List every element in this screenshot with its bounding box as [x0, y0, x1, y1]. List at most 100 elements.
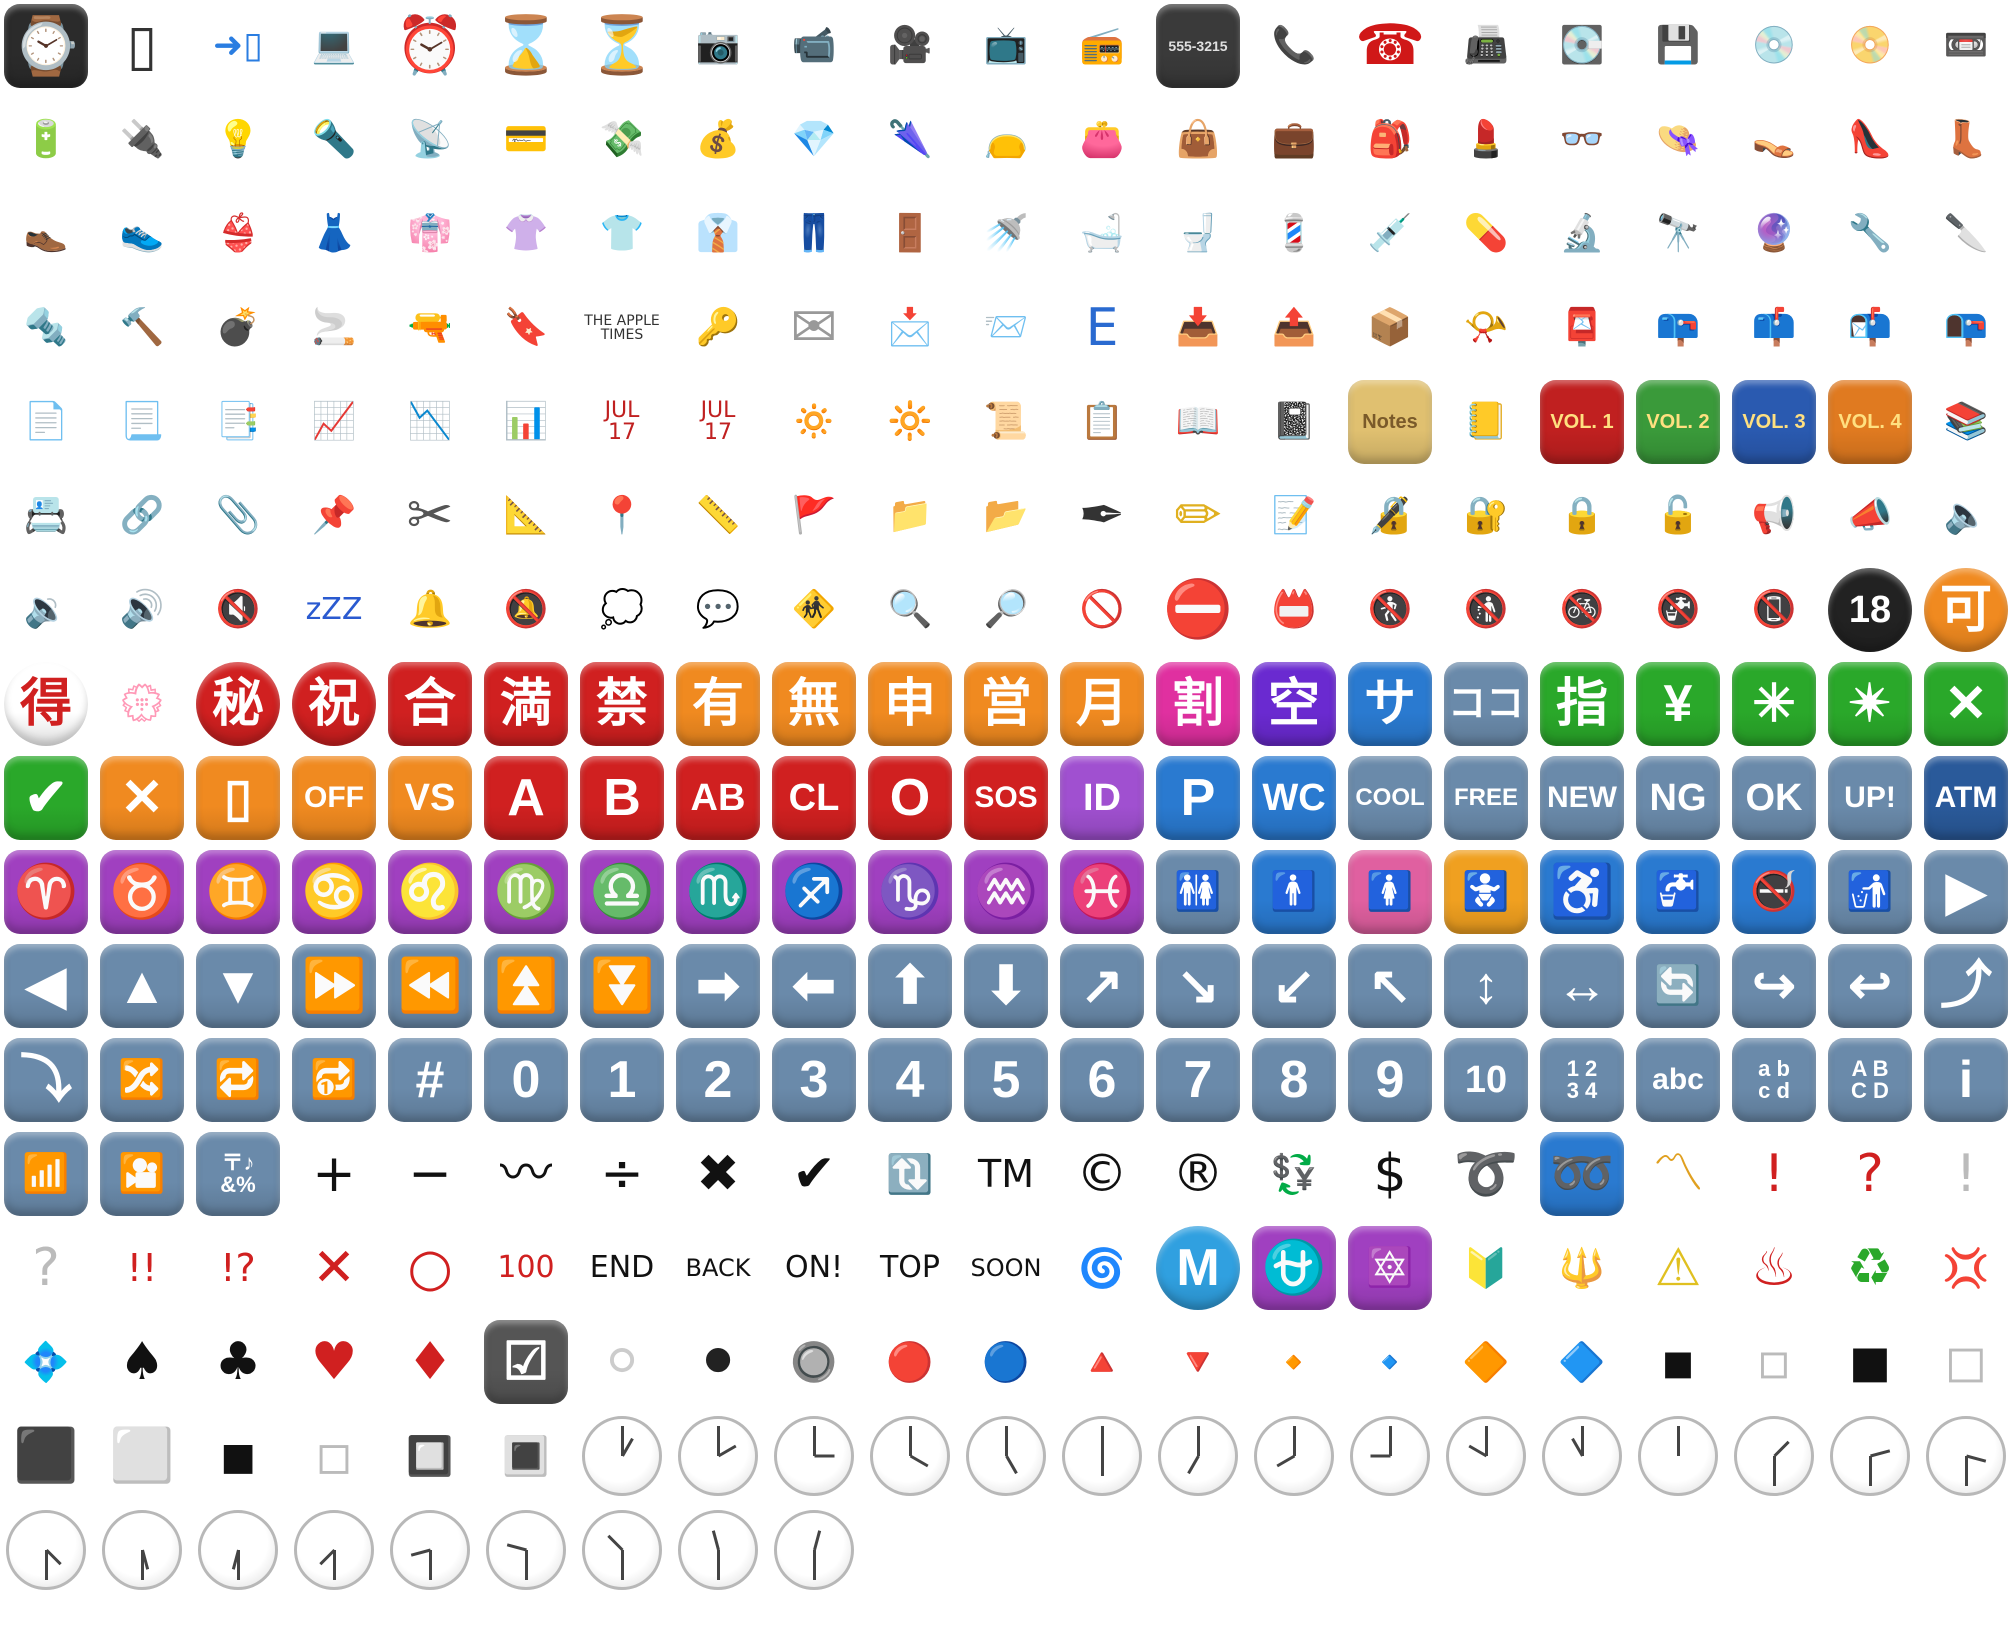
lipstick-icon: 💄 — [1442, 96, 1530, 184]
hot-springs-icon: ♨ — [1730, 1224, 1818, 1312]
dress-icon-shape: 👗 — [292, 192, 376, 276]
blue-circle-icon: 🔵 — [962, 1318, 1050, 1406]
black-medium-square-icon-shape: ◼ — [1828, 1320, 1912, 1404]
cyclone-icon: 🌀 — [1058, 1224, 1146, 1312]
black-medium-square-icon-label: ◼ — [1848, 1332, 1892, 1392]
watch-icon-shape: ⌚ — [4, 4, 88, 88]
black-square-button-icon-label: 🔲 — [406, 1434, 454, 1478]
registered-icon: ® — [1154, 1130, 1242, 1218]
hour-hand — [1100, 1456, 1104, 1476]
gem-icon-shape: 💎 — [772, 98, 856, 182]
knife-icon-shape: 🔪 — [1924, 192, 2008, 276]
fast-forward-button-icon-label: ⏩ — [301, 957, 367, 1015]
exclamation-mark-icon-shape: ! — [1732, 1132, 1816, 1216]
orange-book-icon-shape: VOL. 4 — [1828, 380, 1912, 464]
cd-icon-glyph: 💿 — [1751, 25, 1797, 66]
japanese-secret-button-icon-shape: 秘 — [196, 662, 280, 746]
postbox-icon: 📮 — [1538, 284, 1626, 372]
minute-hand — [1484, 1426, 1488, 1456]
ballot-box-with-check-icon-label: ☑ — [502, 1333, 550, 1391]
japanese-not-free-of-charge-button-icon: 有 — [674, 660, 762, 748]
heavy-dollar-sign-icon-shape: $ — [1348, 1132, 1432, 1216]
speech-balloon-icon-shape: 💬 — [676, 568, 760, 652]
orange-book-icon-label: VOL. 4 — [1838, 411, 1902, 433]
input-latin-lowercase-icon: a b c d — [1730, 1036, 1818, 1124]
speaker-icon-shape: 🔈 — [1924, 474, 2008, 558]
telephone-icon: ☎ — [1346, 2, 1434, 90]
clock-face — [870, 1416, 950, 1496]
movie-camera-icon-shape: 🎥 — [868, 4, 952, 88]
minute-hand — [1868, 1456, 1872, 1486]
lock-icon: 🔒 — [1538, 472, 1626, 560]
keycap-0-icon-shape: 0 — [484, 1038, 568, 1122]
scroll-icon: 📜 — [962, 378, 1050, 466]
emoji-grid: ⌚ ▯ ➜▯ 💻 ⏰ ⌛ ⏳ 📷 📹 🎥 📺 📻 555-3215 📞 ☎ 📠 💽 💾 💿 📀 📼 🔋 🔌 💡 🔦 📡 💳 💸 💰 💎 🌂 👝… — [0, 0, 2016, 1632]
bell-icon-glyph: 🔔 — [407, 589, 453, 630]
large-orange-diamond-icon: 🔶 — [1442, 1318, 1530, 1406]
memo-icon-shape: 📝 — [1252, 474, 1336, 558]
check-mark-icon-shape: ✔ — [772, 1132, 856, 1216]
soon-arrow-icon: SOON — [962, 1224, 1050, 1312]
keycap-5-icon-shape: 5 — [964, 1038, 1048, 1122]
keycap-9-icon-label: 9 — [1375, 1051, 1405, 1109]
pouch-icon-shape: 👝 — [964, 98, 1048, 182]
postbox-icon-shape: 📮 — [1540, 286, 1624, 370]
minute-hand — [44, 1550, 48, 1580]
lock-with-pen-icon: 🔏 — [1346, 472, 1434, 560]
pushpin-icon: 📌 — [290, 472, 378, 560]
closed-book-red-icon-label: VOL. 1 — [1550, 411, 1614, 433]
minute-hand — [1964, 1456, 1968, 1486]
japanese-here-button-icon: ココ — [1442, 660, 1530, 748]
flashlight-icon-shape: 🔦 — [292, 98, 376, 182]
cross-mark-icon: ✕ — [290, 1224, 378, 1312]
eleven-oclock-icon — [1538, 1412, 1626, 1500]
telephone-receiver-icon: 📞 — [1250, 2, 1338, 90]
hot-springs-icon-label: ♨ — [1750, 1238, 1798, 1298]
telephone-icon-glyph: ☎ — [1355, 13, 1425, 78]
nut-and-bolt-icon-shape: 🔩 — [4, 286, 88, 370]
keycap-3-icon-shape: 3 — [772, 1038, 856, 1122]
trade-mark-icon-label: TM — [978, 1152, 1034, 1196]
white-circle-icon: ⚪ — [578, 1318, 666, 1406]
mailbox-with-mail-icon-glyph: 📬 — [1847, 307, 1893, 348]
id-button-icon: ID — [1058, 754, 1146, 842]
email-icon-label: E — [1085, 298, 1119, 358]
leo-icon: ♌ — [386, 848, 474, 936]
pill-icon-glyph: 💊 — [1463, 213, 1509, 254]
small-orange-diamond-icon-label: 🔸 — [1270, 1340, 1318, 1384]
multiply-icon: ✖ — [674, 1130, 762, 1218]
up-down-arrow-icon: ↕ — [1442, 942, 1530, 1030]
books-icon: 📚 — [1922, 378, 2010, 466]
top-arrow-icon-shape: TOP — [868, 1226, 952, 1310]
japanese-no-vacancy-button-icon: 満 — [482, 660, 570, 748]
ok-button-icon-shape: OK — [1732, 756, 1816, 840]
tshirt-icon-shape: 👕 — [580, 192, 664, 276]
videocassette-icon: 📼 — [1922, 2, 2010, 90]
japanese-congratulations-button-icon-label: 祝 — [307, 675, 360, 733]
tshirt-icon-glyph: 👕 — [599, 213, 645, 254]
spade-suit-icon: ♠ — [98, 1318, 186, 1406]
baby-symbol-icon: 🚼 — [1442, 848, 1530, 936]
libra-icon-shape: ♎ — [580, 850, 664, 934]
file-folder-icon-shape: 📁 — [868, 474, 952, 558]
vibration-x-icon-shape: ✕ — [100, 756, 184, 840]
keycap-2-icon-shape: 2 — [676, 1038, 760, 1122]
briefcase-icon-shape: 💼 — [1252, 98, 1336, 182]
electric-plug-icon: 🔌 — [98, 96, 186, 184]
chart-increasing-yen-icon-shape: ¥ — [1636, 662, 1720, 746]
clock-face — [1734, 1416, 1814, 1496]
cl-button-icon-label: CL — [788, 777, 840, 819]
japanese-secret-button-icon: 秘 — [194, 660, 282, 748]
cross-mark-button-icon: ✕ — [1922, 660, 2010, 748]
trident-emblem-icon-shape: 🔱 — [1540, 1226, 1624, 1310]
restroom-icon-label: 🚻 — [1174, 871, 1222, 913]
chart-increasing-yen-icon: ¥ — [1634, 660, 1722, 748]
eyeglasses-icon-glyph: 👓 — [1559, 119, 1605, 160]
minus-icon: − — [386, 1130, 474, 1218]
id-button-icon-label: ID — [1083, 777, 1121, 819]
minute-hand — [1388, 1426, 1392, 1456]
o-button-icon: O — [866, 754, 954, 842]
a-button-icon-label: A — [507, 769, 545, 827]
cinema-icon-label: 🎦 — [118, 1153, 166, 1195]
b-button-icon-shape: B — [580, 756, 664, 840]
